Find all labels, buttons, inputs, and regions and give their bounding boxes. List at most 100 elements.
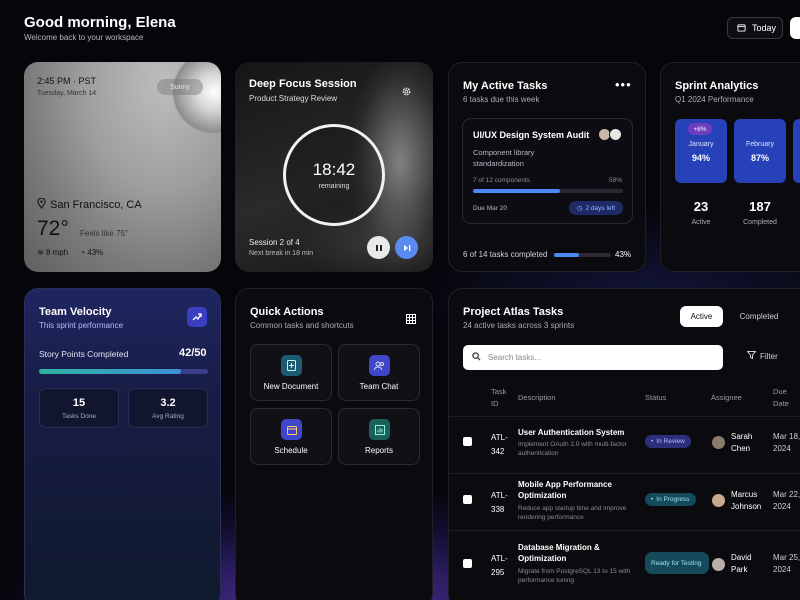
filter-label: Filter [760, 351, 778, 361]
table-row[interactable]: ATL-295 Database Migration & Optimizatio… [449, 530, 800, 587]
task-id: ATL-338 [491, 491, 508, 514]
tab-active[interactable]: Active [680, 306, 723, 327]
quick-actions-title: Quick Actions [250, 306, 324, 318]
status-badge: • In Progress [645, 493, 696, 506]
change-badge: +8% [688, 123, 712, 135]
filter-icon [746, 351, 757, 361]
timer-label: remaining [318, 183, 350, 190]
quick-actions-subtitle: Common tasks and shortcuts [250, 321, 354, 330]
task-title: UI/UX Design System Audit [473, 130, 590, 140]
box-value: 3.2 [160, 397, 176, 409]
wind-icon: ≋ [37, 248, 44, 257]
next-break: Next break in 18 min [249, 250, 314, 257]
status-dot-icon: • [651, 496, 654, 503]
month-value: 87% [750, 153, 769, 163]
gear-icon[interactable] [401, 84, 412, 102]
row-checkbox[interactable] [463, 559, 472, 568]
task-description: Migrate from PostgreSQL 13 to 15 with pe… [518, 568, 631, 584]
page-title: Good morning, Elena [24, 14, 176, 31]
focus-subtitle: Product Strategy Review [249, 94, 338, 103]
task-progress-label: 7 of 12 components [473, 177, 531, 184]
story-points-value: 42/50 [179, 347, 207, 359]
my-tasks-subtitle: 6 tasks due this week [463, 95, 540, 104]
table-row[interactable]: ATL-338 Mobile App Performance Optimizat… [449, 473, 800, 530]
task-title: Mobile App Performance Optimization [518, 480, 612, 500]
page-subtitle: Welcome back to your workspace [24, 33, 144, 42]
box-label: Tasks Done [62, 413, 96, 420]
stat-label: Completed [743, 219, 777, 226]
document-icon [281, 355, 302, 376]
grid-icon[interactable] [406, 311, 416, 329]
action-label: Schedule [274, 446, 308, 455]
task-progress-fill [473, 189, 560, 193]
due-date: Mar 25, 2024 [773, 553, 800, 574]
assignee-name: David Park [731, 553, 752, 574]
column-header-status[interactable]: Status [645, 392, 666, 404]
month-card-january[interactable]: +8% January 94% [675, 119, 727, 183]
users-icon [369, 355, 390, 376]
reports-button[interactable]: Reports [338, 408, 420, 465]
velocity-subtitle: This sprint performance [39, 321, 124, 330]
skip-forward-icon [403, 239, 411, 257]
story-points-fill [39, 369, 181, 374]
status-text: Ready for Testing [651, 559, 702, 567]
column-header-assignee[interactable]: Assignee [711, 392, 742, 404]
task-id: ATL-342 [491, 433, 508, 456]
stat-label: Active [691, 219, 711, 226]
today-button[interactable]: Today [727, 17, 783, 39]
task-id: ATL-295 [491, 554, 508, 577]
action-label: Reports [364, 446, 393, 455]
weather-condition-pill: Sunny [157, 79, 203, 95]
search-placeholder: Search tasks... [488, 353, 541, 362]
skip-button[interactable] [395, 236, 418, 259]
more-options-icon[interactable]: ••• [615, 77, 632, 92]
pause-button[interactable] [367, 236, 390, 259]
row-checkbox[interactable] [463, 495, 472, 504]
status-badge: Ready for Testing [645, 552, 709, 574]
task-description: Implement OAuth 2.0 with multi-factor au… [518, 441, 627, 457]
tab-completed[interactable]: Completed [732, 306, 786, 327]
pause-icon [375, 239, 383, 257]
clock-icon: ◷ [576, 205, 583, 212]
weather-date: Tuesday, March 14 [37, 90, 97, 97]
column-header-task-id[interactable]: Task ID [491, 386, 513, 410]
table-row[interactable]: ATL-342 User Authentication System Imple… [449, 416, 800, 473]
due-date: Mar 22, 2024 [773, 490, 800, 511]
row-checkbox[interactable] [463, 437, 472, 446]
trending-up-icon[interactable] [187, 307, 207, 327]
new-document-button[interactable]: New Document [250, 344, 332, 401]
avatar [712, 558, 725, 571]
team-chat-button[interactable]: Team Chat [338, 344, 420, 401]
weather-location: San Francisco, CA [37, 197, 142, 212]
schedule-button[interactable]: Schedule [250, 408, 332, 465]
timer-value: 18:42 [312, 160, 356, 179]
month-name: February [745, 141, 774, 148]
task-due-date: Due Mar 20 [473, 205, 507, 212]
quick-actions-card: Quick Actions Common tasks and shortcuts… [235, 288, 433, 600]
team-velocity-card: Team Velocity This sprint performance St… [24, 288, 221, 600]
days-left-text: 2 days left [585, 204, 616, 212]
tasks-completed-label: 6 of 14 tasks completed [463, 250, 548, 259]
filter-button[interactable]: Filter [746, 351, 778, 361]
focus-session-card: Deep Focus Session Product Strategy Revi… [235, 62, 433, 272]
column-header-description[interactable]: Description [518, 392, 556, 404]
story-points-label: Story Points Completed [39, 349, 129, 359]
status-badge: • In Review [645, 435, 691, 448]
action-label: New Document [263, 382, 319, 391]
month-card-february[interactable]: February 87% [734, 119, 786, 183]
my-tasks-card: My Active Tasks 6 tasks due this week ••… [448, 62, 646, 272]
analytics-subtitle: Q1 2024 Performance [675, 95, 754, 104]
month-name: January [688, 141, 714, 148]
month-card-next[interactable] [793, 119, 800, 183]
assignee-name: Marcus Johnson [731, 490, 762, 511]
weather-time: 2:45 PM · PST [37, 76, 97, 86]
column-header-due-date[interactable]: Due Date [773, 386, 800, 410]
project-title: Project Atlas Tasks [463, 306, 564, 318]
status-dot-icon: • [651, 438, 654, 445]
sprint-analytics-card: Sprint Analytics Q1 2024 Performance +8%… [660, 62, 800, 272]
active-task-item[interactable]: UI/UX Design System Audit Component libr… [462, 118, 633, 224]
header-action-button[interactable] [790, 17, 800, 39]
task-description: Component library standardization [473, 148, 535, 168]
search-input[interactable]: Search tasks... [463, 345, 723, 370]
velocity-title: Team Velocity [39, 306, 112, 318]
